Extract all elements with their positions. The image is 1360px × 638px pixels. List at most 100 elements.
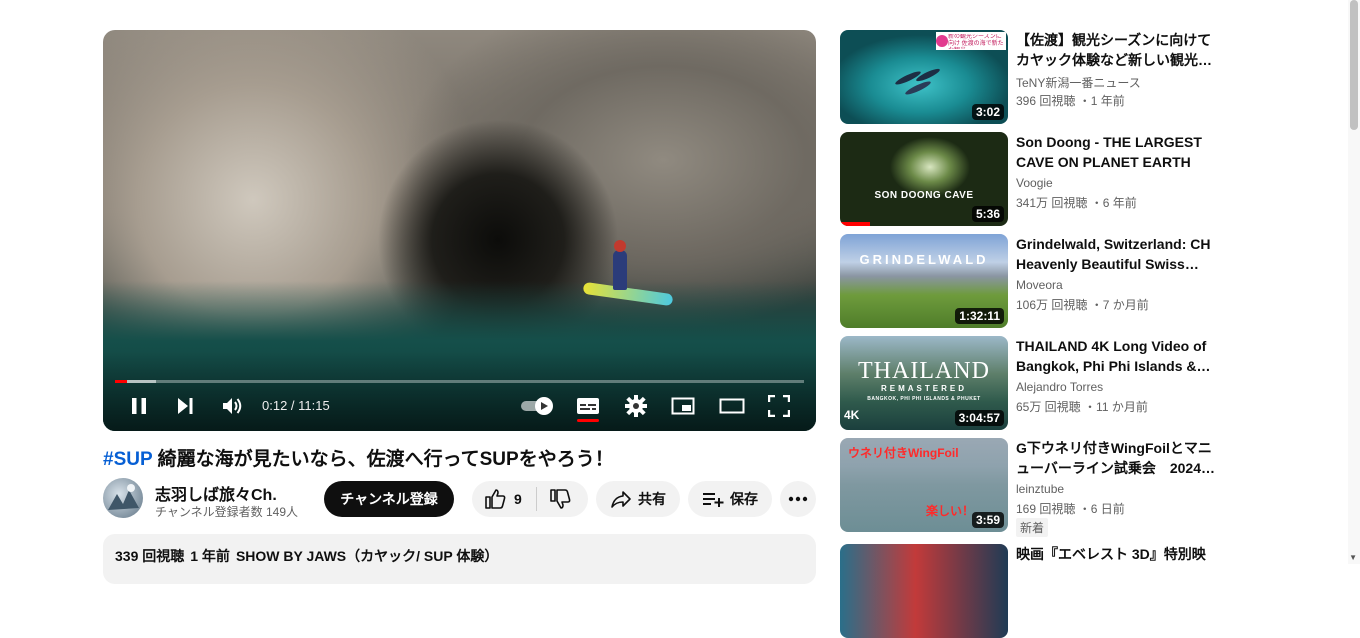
- recommendation-item[interactable]: SON DOONG CAVE 5:36 Son Doong - THE LARG…: [840, 132, 1210, 226]
- subtitles-button[interactable]: [575, 392, 601, 420]
- like-dislike-group: 9: [472, 481, 588, 517]
- video-title: #SUP 綺麗な海が見たいなら、佐渡へ行ってSUPをやろう！: [103, 444, 614, 471]
- thumbnail-caption: SON DOONG CAVE: [874, 190, 974, 201]
- recommendation-meta: 396 回視聴 ・1 年前: [1016, 94, 1125, 108]
- channel-avatar[interactable]: [103, 478, 143, 518]
- subtitles-icon: [577, 398, 599, 414]
- recommendation-views: 65万 回視聴: [1016, 400, 1081, 414]
- share-button[interactable]: 共有: [596, 481, 680, 517]
- thumbnail-caption: GRINDELWALD: [859, 252, 989, 267]
- fullscreen-button[interactable]: [765, 392, 793, 420]
- miniplayer-button[interactable]: [669, 392, 697, 420]
- scroll-down-arrow-icon[interactable]: ▼: [1349, 553, 1357, 562]
- theater-mode-button[interactable]: [717, 392, 747, 420]
- recommendation-item[interactable]: THAILAND REMASTERED BANGKOK, PHI PHI ISL…: [840, 336, 1210, 430]
- autoplay-toggle-icon: [521, 397, 553, 415]
- channel-subscriber-count: チャンネル登録者数 149人: [155, 505, 298, 519]
- like-button[interactable]: 9: [472, 481, 522, 517]
- theater-mode-icon: [719, 398, 745, 414]
- recommendation-thumbnail[interactable]: 新の観光シーズンに向け 佐渡の海で新たな観光 3:02: [840, 30, 1008, 124]
- recommendation-item[interactable]: GRINDELWALD 1:32:11 Grindelwald, Switzer…: [840, 234, 1210, 328]
- dislike-button[interactable]: [537, 481, 583, 517]
- pause-icon: [132, 398, 146, 414]
- duration-badge: 3:02: [971, 104, 1004, 120]
- recommendation-item[interactable]: 映画『エベレスト 3D』特別映: [840, 544, 1210, 638]
- recommendation-age: 6 年前: [1102, 196, 1137, 210]
- skip-next-icon: [178, 398, 193, 414]
- time-display: 0:12 / 11:15: [262, 398, 330, 413]
- channel-name[interactable]: 志羽しば旅々Ch.: [155, 481, 277, 505]
- recommendation-meta: 106万 回視聴 ・7 か月前: [1016, 298, 1149, 312]
- thumbnail-caption: ウネリ付きWingFoil: [848, 446, 959, 460]
- progress-played: [115, 380, 128, 383]
- description-box[interactable]: 339 回視聴 1 年前 SHOW BY JAWS（カヤック/ SUP 体験）: [103, 534, 816, 584]
- scrollbar-thumb[interactable]: [1350, 0, 1358, 130]
- progress-bar[interactable]: [115, 380, 804, 383]
- thumbnail-caption: 新の観光シーズンに向け 佐渡の海で新たな観光: [948, 34, 1004, 49]
- recommendation-channel[interactable]: Voogie: [1016, 176, 1053, 190]
- recommendation-age: 11 か月前: [1096, 400, 1148, 414]
- share-label: 共有: [638, 491, 666, 507]
- upload-age: 1 年前: [190, 548, 230, 564]
- volume-icon: [223, 398, 242, 414]
- recommendation-age: 1 年前: [1090, 94, 1125, 108]
- miniplayer-icon: [671, 397, 695, 415]
- recommendation-title[interactable]: Grindelwald, Switzerland: CH Heavenly Be…: [1016, 234, 1216, 274]
- recommendation-item[interactable]: 新の観光シーズンに向け 佐渡の海で新たな観光 3:02 【佐渡】観光シーズンに向…: [840, 30, 1212, 124]
- title-hashtag-link[interactable]: #SUP: [103, 449, 152, 470]
- recommendation-thumbnail[interactable]: [840, 544, 1008, 638]
- recommendation-meta: 341万 回視聴 ・6 年前: [1016, 196, 1137, 210]
- recommendation-channel[interactable]: Moveora: [1016, 278, 1063, 292]
- recommendation-title[interactable]: G下ウネリ付きWingFoilとマニューバーライン試乗会 2024…: [1016, 438, 1216, 478]
- recommendation-channel[interactable]: Alejandro Torres: [1016, 380, 1103, 394]
- duration-badge: 3:04:57: [954, 410, 1004, 426]
- thumbnail-subcaption: REMASTERED: [880, 384, 967, 393]
- subtitles-active-indicator: [577, 419, 599, 422]
- recommendation-views: 106万 回視聴: [1016, 298, 1088, 312]
- autoplay-toggle[interactable]: [519, 392, 555, 420]
- recommendation-views: 396 回視聴: [1016, 94, 1076, 108]
- save-playlist-icon: [703, 493, 724, 507]
- gear-icon: [625, 395, 647, 417]
- recommendation-thumbnail[interactable]: GRINDELWALD 1:32:11: [840, 234, 1008, 328]
- duration-badge: 3:59: [971, 512, 1004, 528]
- recommendation-thumbnail[interactable]: ウネリ付きWingFoil 楽しい！ 3:59: [840, 438, 1008, 532]
- recommendation-title[interactable]: Son Doong - THE LARGEST CAVE ON PLANET E…: [1016, 132, 1216, 172]
- view-count: 339 回視聴: [115, 548, 185, 564]
- thumbs-up-icon: [485, 489, 506, 509]
- share-icon: [611, 491, 631, 508]
- avatar-image: [108, 484, 139, 510]
- save-button[interactable]: 保存: [688, 481, 772, 517]
- recommendation-channel[interactable]: TeNY新潟一番ニュース: [1016, 74, 1141, 91]
- 4k-badge: 4K: [844, 408, 860, 422]
- like-count: 9: [514, 491, 522, 507]
- settings-button[interactable]: [623, 392, 649, 420]
- recommendation-meta: 65万 回視聴 ・11 か月前: [1016, 400, 1148, 414]
- description-tags: SHOW BY JAWS（カヤック/ SUP 体験）: [235, 548, 499, 564]
- recommendation-thumbnail[interactable]: THAILAND REMASTERED BANGKOK, PHI PHI ISL…: [840, 336, 1008, 430]
- thumbnail-small-caption: BANGKOK, PHI PHI ISLANDS & PHUKET: [867, 396, 981, 402]
- recommendation-title[interactable]: THAILAND 4K Long Video of Bangkok, Phi P…: [1016, 336, 1216, 376]
- thumbnail-caption: THAILAND: [858, 358, 990, 384]
- thumbs-down-icon: [549, 489, 571, 509]
- recommendation-channel[interactable]: leinztube: [1016, 482, 1064, 496]
- video-player[interactable]: 0:12 / 11:15: [103, 30, 816, 431]
- video-frame-paddler-head: [614, 240, 626, 252]
- subscribe-button[interactable]: チャンネル登録: [324, 481, 454, 517]
- recommendation-title[interactable]: 映画『エベレスト 3D』特別映: [1016, 544, 1216, 564]
- recommendation-views: 169 回視聴: [1016, 502, 1076, 516]
- recommendation-thumbnail[interactable]: SON DOONG CAVE 5:36: [840, 132, 1008, 226]
- more-actions-button[interactable]: [780, 481, 816, 517]
- thumbnail-subcaption: 楽しい！: [926, 504, 975, 518]
- video-frame-paddler: [613, 250, 627, 290]
- recommendation-age: 7 か月前: [1102, 298, 1149, 312]
- duration-badge: 5:36: [971, 206, 1004, 222]
- recommendation-title[interactable]: 【佐渡】観光シーズンに向けてカヤック体験など新しい観光…: [1016, 30, 1216, 70]
- pause-button[interactable]: [125, 392, 153, 420]
- duration-badge: 1:32:11: [955, 308, 1004, 324]
- volume-button[interactable]: [217, 392, 247, 420]
- page-scrollbar[interactable]: ▼: [1348, 0, 1360, 564]
- next-button[interactable]: [171, 392, 199, 420]
- recommendation-item[interactable]: ウネリ付きWingFoil 楽しい！ 3:59 G下ウネリ付きWingFoilと…: [840, 438, 1215, 537]
- description-meta: 339 回視聴 1 年前 SHOW BY JAWS（カヤック/ SUP 体験）: [115, 546, 504, 566]
